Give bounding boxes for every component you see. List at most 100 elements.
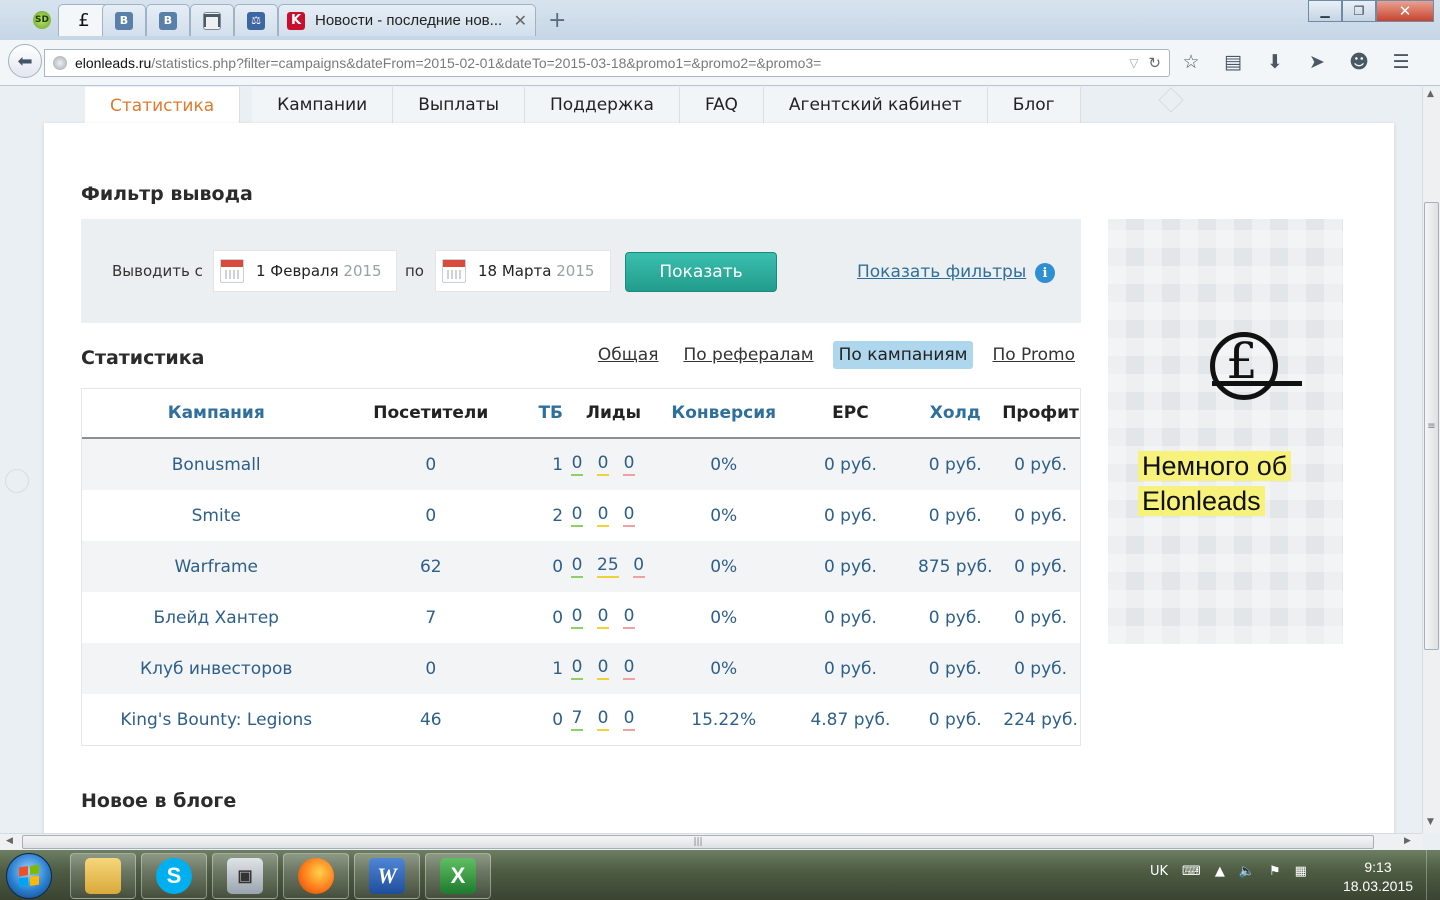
url-dropdown-icon[interactable]: ▽ bbox=[1129, 56, 1138, 70]
calendar-icon[interactable] bbox=[220, 259, 244, 283]
cell-profit: 224 руб. bbox=[1003, 709, 1078, 730]
browser-tab-vk-1[interactable]: В bbox=[102, 4, 146, 36]
tray-expand-icon[interactable]: ▲ bbox=[1215, 864, 1225, 879]
leads-rejected[interactable]: 0 bbox=[623, 453, 636, 476]
leads-approved[interactable]: 0 bbox=[571, 504, 584, 527]
leads-pending[interactable]: 0 bbox=[597, 453, 610, 476]
chat-icon[interactable]: ☻ bbox=[1348, 50, 1370, 74]
cell-campaign[interactable]: Клуб инвесторов bbox=[82, 659, 350, 679]
language-indicator[interactable]: UK bbox=[1150, 864, 1168, 879]
taskbar-skype[interactable]: S bbox=[141, 853, 207, 899]
date-to-field[interactable]: 18 Марта 2015 bbox=[435, 250, 611, 292]
calendar-icon[interactable] bbox=[442, 259, 466, 283]
leads-pending[interactable]: 0 bbox=[597, 657, 610, 680]
col-hold[interactable]: Холд bbox=[909, 403, 1001, 423]
maximize-button[interactable]: ❐ bbox=[1342, 0, 1376, 22]
leads-approved[interactable]: 0 bbox=[571, 606, 584, 629]
cell-campaign[interactable]: King's Bounty: Legions bbox=[82, 710, 350, 730]
cell-leads: 000 bbox=[571, 606, 656, 629]
leads-approved[interactable]: 0 bbox=[571, 453, 584, 476]
bookmarks-list-icon[interactable]: ▤ bbox=[1222, 50, 1244, 74]
taskbar-explorer[interactable] bbox=[70, 853, 136, 899]
leads-approved[interactable]: 0 bbox=[571, 555, 584, 578]
back-button[interactable]: ⬅ bbox=[8, 44, 42, 78]
new-tab-button[interactable]: + bbox=[548, 8, 566, 33]
cell-campaign[interactable]: Блейд Хантер bbox=[82, 608, 350, 628]
nav-payouts[interactable]: Выплаты bbox=[393, 87, 525, 123]
cell-campaign[interactable]: Bonusmall bbox=[82, 455, 350, 475]
nav-support[interactable]: Поддержка bbox=[525, 87, 680, 123]
leads-pending[interactable]: 0 bbox=[597, 708, 610, 731]
tab-close-icon[interactable]: ✕ bbox=[514, 11, 527, 30]
nav-faq[interactable]: FAQ bbox=[679, 87, 764, 123]
show-desktop-button[interactable] bbox=[1426, 850, 1440, 900]
nav-statistics[interactable]: Статистика bbox=[85, 87, 241, 125]
tab-by-referrals[interactable]: По рефералам bbox=[677, 341, 819, 369]
cell-leads: 000 bbox=[571, 504, 656, 527]
menu-icon[interactable]: ☰ bbox=[1390, 50, 1412, 74]
scroll-left-icon[interactable]: ◀ bbox=[6, 836, 13, 846]
tab-by-campaigns[interactable]: По кампаниям bbox=[832, 341, 974, 369]
col-conversion[interactable]: Конверсия bbox=[656, 403, 792, 423]
filter-panel: Выводить с 1 Февраля 2015 по 18 Марта 20… bbox=[81, 219, 1081, 323]
taskbar-firefox[interactable] bbox=[283, 853, 349, 899]
col-campaign[interactable]: Кампания bbox=[82, 403, 350, 423]
browser-tab-scales[interactable]: ⚖ bbox=[234, 4, 278, 36]
taskbar-clock[interactable]: 9:13 18.03.2015 bbox=[1336, 858, 1420, 896]
taskbar-word[interactable]: W bbox=[354, 853, 420, 899]
leads-rejected[interactable]: 0 bbox=[632, 555, 645, 578]
cell-campaign[interactable]: Warframe bbox=[82, 557, 350, 577]
tab-by-promo[interactable]: По Promo bbox=[986, 341, 1081, 369]
reload-icon[interactable]: ↻ bbox=[1148, 54, 1161, 72]
scroll-down-icon[interactable]: ▼ bbox=[1427, 817, 1434, 827]
url-text[interactable]: elonleads.ru/statistics.php?filter=campa… bbox=[75, 55, 1123, 71]
address-bar[interactable]: elonleads.ru/statistics.php?filter=campa… bbox=[44, 49, 1170, 77]
leads-rejected[interactable]: 0 bbox=[623, 657, 636, 680]
leads-pending[interactable]: 0 bbox=[597, 504, 610, 527]
leads-pending[interactable]: 25 bbox=[597, 555, 619, 578]
taskbar-excel[interactable]: X bbox=[425, 853, 491, 899]
leads-pending[interactable]: 0 bbox=[597, 606, 610, 629]
action-center-icon[interactable]: ⚑ bbox=[1269, 864, 1281, 879]
horizontal-scroll-thumb[interactable]: ||| bbox=[22, 835, 1374, 849]
vertical-scroll-thumb[interactable]: ≡ bbox=[1424, 202, 1439, 650]
browser-tab-news[interactable]: K Новости - последние нов... ✕ bbox=[278, 4, 536, 36]
promo-banner[interactable]: £ Немного об Elonleads bbox=[1108, 219, 1343, 644]
col-tb[interactable]: ТБ bbox=[511, 403, 571, 423]
nav-campaigns[interactable]: Кампании bbox=[252, 87, 394, 123]
globe-icon bbox=[53, 56, 67, 70]
show-button[interactable]: Показать bbox=[625, 252, 777, 292]
horizontal-scrollbar[interactable]: ◀ ||| ▶ bbox=[0, 833, 1422, 850]
scroll-up-icon[interactable]: ▲ bbox=[1427, 89, 1434, 99]
send-icon[interactable]: ➤ bbox=[1306, 50, 1328, 74]
cell-campaign[interactable]: Smite bbox=[82, 506, 350, 526]
browser-tab-bank[interactable] bbox=[190, 4, 234, 36]
keyboard-icon[interactable]: ⌨ bbox=[1182, 864, 1201, 879]
word-icon: W bbox=[369, 858, 405, 894]
table-row: King's Bounty: Legions 46 0 7 0 0 15.22% 4.87 р… bbox=[82, 694, 1080, 745]
printer-app-icon: ▣ bbox=[227, 858, 263, 894]
date-from-field[interactable]: 1 Февраля 2015 bbox=[213, 250, 397, 292]
scroll-right-icon[interactable]: ▶ bbox=[1404, 836, 1411, 846]
show-filters-link[interactable]: Показать фильтры bbox=[857, 262, 1026, 282]
nav-blog[interactable]: Блог bbox=[987, 87, 1081, 123]
nav-agent-cabinet[interactable]: Агентский кабинет bbox=[763, 87, 988, 123]
minimize-button[interactable]: ▁ bbox=[1308, 0, 1342, 22]
leads-rejected[interactable]: 0 bbox=[623, 606, 636, 629]
taskbar-printer-app[interactable]: ▣ bbox=[212, 853, 278, 899]
info-icon[interactable]: i bbox=[1035, 263, 1055, 283]
close-window-button[interactable]: ✕ bbox=[1376, 0, 1434, 22]
start-button[interactable] bbox=[6, 853, 52, 899]
vertical-scrollbar[interactable]: ▲ ≡ ▼ bbox=[1422, 87, 1440, 833]
leads-rejected[interactable]: 0 bbox=[623, 504, 636, 527]
leads-approved[interactable]: 7 bbox=[571, 708, 584, 731]
leads-approved[interactable]: 0 bbox=[571, 657, 584, 680]
download-icon[interactable]: ⬇ bbox=[1264, 50, 1286, 74]
tab-general[interactable]: Общая bbox=[592, 341, 665, 369]
bookmark-star-icon[interactable]: ☆ bbox=[1180, 50, 1202, 74]
volume-icon[interactable]: 🔈 bbox=[1239, 864, 1255, 879]
table-row: Bonusmall 0 1 0 0 0 0% 0 руб. 0 руб. 0 руб. bbox=[82, 439, 1080, 490]
network-icon[interactable]: ▦ bbox=[1295, 864, 1307, 879]
leads-rejected[interactable]: 0 bbox=[623, 708, 636, 731]
browser-tab-vk-2[interactable]: В bbox=[146, 4, 190, 36]
